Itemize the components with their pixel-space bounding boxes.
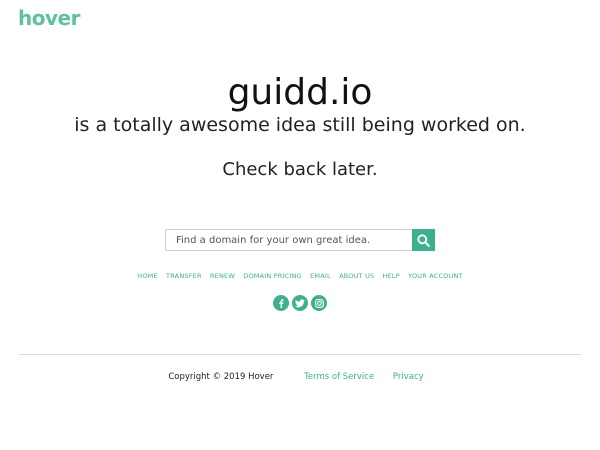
instagram-icon <box>314 298 324 308</box>
terms-of-service-link[interactable]: Terms of Service <box>304 372 374 382</box>
privacy-link[interactable]: Privacy <box>393 372 424 382</box>
footer-divider <box>19 354 581 355</box>
search-icon <box>417 233 430 247</box>
footer-nav: HOME TRANSFER RENEW DOMAIN PRICING EMAIL… <box>0 272 600 280</box>
twitter-icon <box>295 298 305 307</box>
facebook-icon <box>279 298 284 308</box>
page: hover guidd.io is a totally awesome idea… <box>0 0 600 450</box>
nav-link-transfer[interactable]: TRANSFER <box>166 272 202 280</box>
domain-search-input[interactable] <box>165 229 412 251</box>
domain-title: guidd.io <box>227 72 373 113</box>
twitter-link[interactable] <box>292 295 308 311</box>
social-links <box>0 295 600 311</box>
nav-link-help[interactable]: HELP <box>383 272 400 280</box>
search-button[interactable] <box>412 229 435 251</box>
nav-link-about-us[interactable]: ABOUT US <box>339 272 374 280</box>
check-back-text: Check back later. <box>222 159 378 180</box>
footer: Copyright © 2019 Hover Terms of Service … <box>0 372 600 382</box>
tagline: is a totally awesome idea still being wo… <box>74 114 526 136</box>
facebook-link[interactable] <box>273 295 289 311</box>
nav-link-home[interactable]: HOME <box>137 272 158 280</box>
nav-link-domain-pricing[interactable]: DOMAIN PRICING <box>243 272 302 280</box>
copyright-text: Copyright © 2019 Hover <box>168 372 274 382</box>
domain-search-form <box>165 229 435 251</box>
nav-link-your-account[interactable]: YOUR ACCOUNT <box>408 272 463 280</box>
nav-link-email[interactable]: EMAIL <box>310 272 331 280</box>
instagram-link[interactable] <box>311 295 327 311</box>
hover-logo[interactable]: hover <box>18 6 80 30</box>
nav-link-renew[interactable]: RENEW <box>210 272 235 280</box>
